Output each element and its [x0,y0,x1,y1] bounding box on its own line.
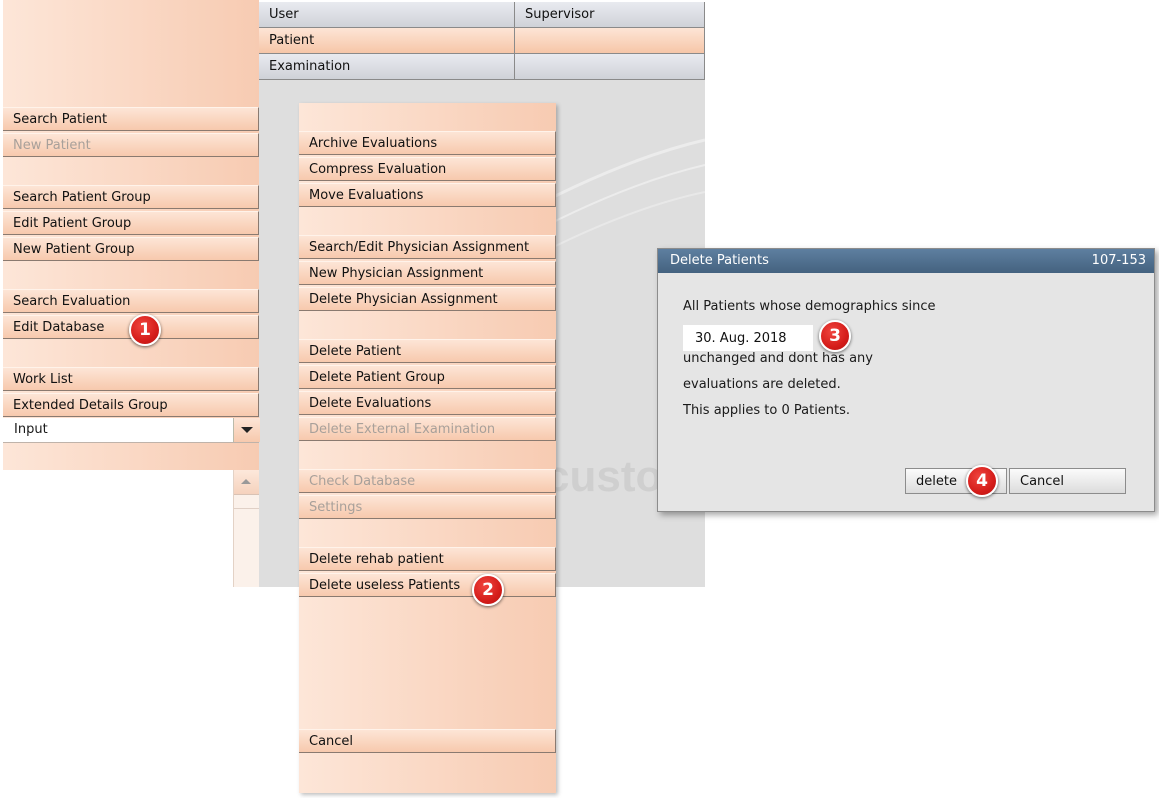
edit-patient-group-button[interactable]: Edit Patient Group [3,211,259,235]
delete-rehab-patient-button[interactable]: Delete rehab patient [299,547,556,571]
dialog-cancel-button[interactable]: Cancel [1009,468,1126,494]
chevron-down-icon [241,427,253,433]
delete-patient-group-button[interactable]: Delete Patient Group [299,365,556,389]
header-patient-label: Patient [259,28,515,54]
search-edit-physician-assignment-button[interactable]: Search/Edit Physician Assignment [299,235,556,259]
work-list-button[interactable]: Work List [3,367,259,391]
dialog-code: 107-153 [1091,253,1146,268]
dialog-text-line1: All Patients whose demographics since [683,299,936,314]
step-badge-1: 1 [129,314,161,346]
header-user-value: Supervisor [515,2,705,28]
search-patient-button[interactable]: Search Patient [3,107,259,131]
input-select-value: Input [14,422,48,437]
vertical-scrollbar[interactable] [233,470,259,587]
new-physician-assignment-button[interactable]: New Physician Assignment [299,261,556,285]
settings-button[interactable]: Settings [299,495,556,519]
search-patient-group-button[interactable]: Search Patient Group [3,185,259,209]
step-badge-3: 3 [819,320,851,352]
step-badge-2: 2 [472,574,504,606]
list-box[interactable] [3,470,233,587]
select-dropdown-button[interactable] [233,418,260,442]
scroll-up-button[interactable] [234,470,259,495]
compress-evaluation-button[interactable]: Compress Evaluation [299,157,556,181]
delete-patient-button[interactable]: Delete Patient [299,339,556,363]
cancel-button[interactable]: Cancel [299,729,556,753]
header-examination-value [515,54,705,80]
dialog-text-line3: evaluations are deleted. [683,377,841,392]
archive-evaluations-button[interactable]: Archive Evaluations [299,131,556,155]
check-database-button[interactable]: Check Database [299,469,556,493]
input-select[interactable]: Input [3,418,260,443]
dialog-text-line2: unchanged and dont has any [683,351,873,366]
extended-details-group-button[interactable]: Extended Details Group [3,393,259,417]
search-evaluation-button[interactable]: Search Evaluation [3,289,259,313]
move-evaluations-button[interactable]: Move Evaluations [299,183,556,207]
watermark-logo: custo [545,452,663,501]
chevron-up-icon [241,479,251,484]
delete-patients-dialog: Delete Patients 107-153 All Patients who… [657,248,1155,512]
dialog-title: Delete Patients [670,253,769,268]
delete-useless-patients-button[interactable]: Delete useless Patients [299,573,556,597]
delete-evaluations-button[interactable]: Delete Evaluations [299,391,556,415]
step-badge-4: 4 [966,465,998,497]
header-examination-label: Examination [259,54,515,80]
dialog-title-bar[interactable]: Delete Patients 107-153 [658,249,1154,273]
since-date-input[interactable] [683,325,813,351]
new-patient-group-button[interactable]: New Patient Group [3,237,259,261]
header-table: User Supervisor Patient Examination [259,2,705,80]
delete-physician-assignment-button[interactable]: Delete Physician Assignment [299,287,556,311]
header-patient-value [515,28,705,54]
delete-external-examination-button[interactable]: Delete External Examination [299,417,556,441]
dialog-text-line4: This applies to 0 Patients. [683,403,851,418]
header-user-label: User [259,2,515,28]
scroll-track[interactable] [234,508,259,509]
new-patient-button[interactable]: New Patient [3,133,259,157]
